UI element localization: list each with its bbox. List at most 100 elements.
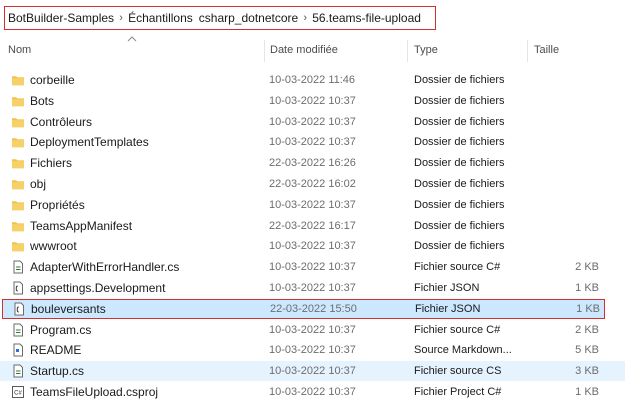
folder-icon [11,198,25,212]
csharp-file-icon [11,364,25,378]
file-type: Dossier de fichiers [414,136,505,149]
file-row[interactable]: Program.cs 10-03-2022 10:37 Fichier source… [0,320,625,340]
csproj-file-icon: C# [11,385,25,399]
markdown-file-icon [11,343,25,357]
file-type: Dossier de fichiers [414,240,505,253]
file-date-modified: 10-03-2022 10:37 [269,240,356,253]
file-name: wwwroot [30,239,77,254]
file-name: Propriétés [30,197,85,212]
file-date-modified: 10-03-2022 10:37 [269,261,356,274]
column-header-name[interactable]: Nom [8,38,31,62]
file-name: bouleversants [31,301,106,316]
file-name: Bots [30,93,55,108]
file-type: Source Markdown... [414,344,512,357]
chevron-right-icon[interactable]: › [114,12,128,24]
folder-icon [11,115,25,129]
file-row[interactable]: bouleversants 22-03-2022 15:50 Fichier JSO… [2,298,605,319]
file-date-modified: 10-03-2022 10:37 [269,365,356,378]
file-date-modified: 10-03-2022 11:46 [269,74,356,86]
breadcrumb-item-echantillons[interactable]: Échantillons [128,11,193,25]
file-name: README [30,343,82,358]
file-date-modified: 10-03-2022 10:37 [269,94,356,107]
file-date-modified: 10-03-2022 10:37 [269,282,356,294]
address-bar[interactable]: BotBuilder-Samples › Échantillons csharp… [0,0,625,36]
file-size [530,236,599,256]
file-row[interactable]: appsettings.Development 10-03-2022 10:37 F… [0,278,625,298]
file-row[interactable]: Propriétés 10-03-2022 10:37 Dossier de fic… [0,195,625,215]
column-divider[interactable] [527,40,528,62]
file-type: Dossier de fichiers [414,115,505,128]
file-size: 1 KB [575,282,599,294]
file-date-modified: 22-03-2022 15:50 [270,302,357,315]
file-size: 3 KB [575,365,599,378]
file-type: Fichier source C# [414,261,501,274]
file-type: Dossier de fichiers [414,219,505,232]
file-name: obj [30,177,47,191]
file-size [530,174,599,194]
file-size: 5 KB [575,344,599,357]
file-date-modified: 10-03-2022 10:37 [269,386,356,398]
file-size [530,70,599,90]
column-divider[interactable] [264,40,265,62]
file-type: Fichier JSON [415,302,481,315]
file-row[interactable]: TeamsAppManifest 22-03-2022 16:17 Dossier … [0,216,625,236]
column-header-row: Nom Date modifiée Type Taille [0,38,625,62]
file-row[interactable]: Startup.cs 10-03-2022 10:37 Fichier source… [0,361,625,382]
folder-icon [11,73,25,87]
csharp-file-icon [11,323,25,337]
file-type: Fichier source C# [414,323,501,336]
file-size [530,153,599,173]
file-size: 2 KB [575,323,599,336]
file-date-modified: 10-03-2022 10:37 [269,344,356,357]
file-row[interactable]: Bots 10-03-2022 10:37 Dossier de fichiers [0,91,625,111]
breadcrumb-item-csharp-dotnetcore[interactable]: csharp_dotnetcore [199,11,298,25]
folder-icon [11,156,25,170]
file-row[interactable]: corbeille 10-03-2022 11:46 Dossier de fich… [0,70,625,90]
file-type: Dossier de fichiers [414,198,505,211]
file-name: corbeille [30,73,75,87]
file-row[interactable]: Contrôleurs 10-03-2022 10:37 Dossier de fi… [0,112,625,132]
column-header-date[interactable]: Date modifiée [270,38,338,62]
file-name: AdapterWithErrorHandler.cs [30,260,180,275]
column-divider[interactable] [407,40,408,62]
file-date-modified: 22-03-2022 16:02 [269,178,356,190]
file-row[interactable]: README 10-03-2022 10:37 Source Markdown...… [0,340,625,360]
json-file-icon [12,302,26,316]
breadcrumb[interactable]: BotBuilder-Samples › Échantillons csharp… [4,6,436,30]
svg-text:C#: C# [14,391,22,397]
file-date-modified: 10-03-2022 10:37 [269,136,356,149]
file-row[interactable]: AdapterWithErrorHandler.cs 10-03-2022 10:… [0,257,625,277]
file-date-modified: 10-03-2022 10:37 [269,115,356,128]
file-row[interactable]: DeploymentTemplates 10-03-2022 10:37 Dossi… [0,132,625,152]
csharp-file-icon [11,260,25,274]
file-type: Dossier de fichiers [414,157,505,170]
json-file-icon [11,281,25,295]
file-row[interactable]: obj 22-03-2022 16:02 Dossier de fichiers [0,174,625,194]
column-header-size[interactable]: Taille [534,38,559,62]
file-size: 1 KB [575,386,599,398]
file-type: Dossier de fichiers [414,94,505,107]
file-name: Fichiers [30,156,73,171]
file-row[interactable]: C# TeamsFileUpload.csproj 10-03-2022 10:37… [0,382,625,402]
file-name: Contrôleurs [30,114,93,129]
breadcrumb-item-botbuilder-samples[interactable]: BotBuilder-Samples [8,11,114,25]
file-type: Dossier de fichiers [414,178,505,190]
file-type: Fichier source CS [414,365,502,378]
chevron-right-icon[interactable]: › [298,12,312,24]
folder-icon [11,177,25,191]
file-name: TeamsAppManifest [30,218,133,233]
folder-icon [11,239,25,253]
file-date-modified: 22-03-2022 16:17 [269,219,356,232]
file-type: Fichier JSON [414,282,480,294]
file-row[interactable]: Fichiers 22-03-2022 16:26 Dossier de fichi… [0,153,625,173]
file-row[interactable]: wwwroot 10-03-2022 10:37 Dossier de fichie… [0,236,625,256]
column-header-type[interactable]: Type [414,38,438,62]
file-date-modified: 10-03-2022 10:37 [269,323,356,336]
file-name: DeploymentTemplates [30,135,149,150]
file-size [530,216,599,236]
breadcrumb-item-teams-file-upload[interactable]: 56.teams-file-upload [312,11,421,25]
file-date-modified: 22-03-2022 16:26 [269,157,356,170]
file-size [530,112,599,132]
file-size: 1 KB [576,302,600,315]
file-size [530,132,599,152]
